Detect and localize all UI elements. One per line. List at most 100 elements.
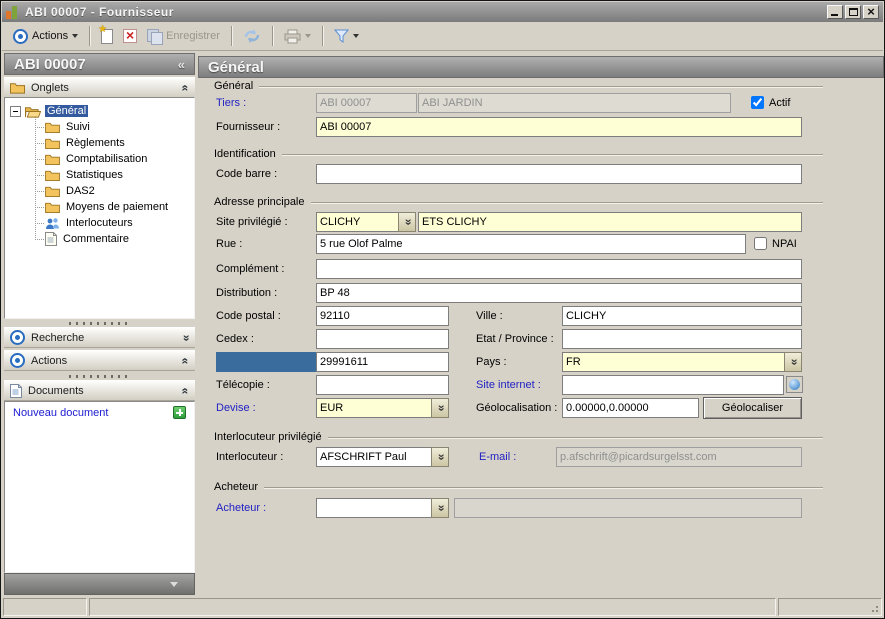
refresh-button[interactable]	[238, 25, 266, 47]
section-header-documents[interactable]: Documents	[4, 380, 195, 401]
folder-icon	[10, 81, 25, 94]
print-button[interactable]	[279, 25, 316, 47]
section-header-onglets[interactable]: Onglets	[4, 77, 195, 98]
maximize-icon	[849, 8, 858, 16]
tree-item-label: Règlements	[64, 137, 127, 149]
npai-label: NPAI	[772, 234, 797, 254]
etat-province-field[interactable]	[562, 329, 802, 349]
sidebar-title-bar: ABI 00007	[4, 53, 195, 75]
delete-icon	[123, 29, 137, 43]
tree-item-das2[interactable]: DAS2	[45, 183, 97, 199]
close-button[interactable]	[863, 5, 879, 19]
actions-menu-button[interactable]: Actions	[8, 25, 83, 47]
complement-field[interactable]	[316, 259, 802, 279]
geolocaliser-button[interactable]: Géolocaliser	[703, 397, 802, 419]
maximize-button[interactable]	[845, 5, 861, 19]
tree-item-reglements[interactable]: Règlements	[45, 135, 127, 151]
delete-button[interactable]	[118, 25, 142, 47]
tiers-label[interactable]: Tiers :	[216, 93, 246, 113]
tiers-name-field	[418, 93, 731, 113]
devise-dropdown-button[interactable]	[431, 398, 449, 418]
nouveau-document-link[interactable]: Nouveau document	[13, 407, 108, 419]
target-icon	[10, 330, 25, 345]
filter-button[interactable]	[329, 25, 364, 47]
section-label: Actions	[31, 355, 67, 367]
code-postal-label: Code postal :	[216, 306, 281, 326]
telephone-field[interactable]	[316, 352, 449, 372]
window-title: ABI 00007 - Fournisseur	[25, 5, 174, 19]
refresh-icon	[243, 28, 261, 44]
fournisseur-field[interactable]	[316, 117, 802, 137]
acheteur-dropdown-button[interactable]	[431, 498, 449, 518]
devise-label[interactable]: Devise :	[216, 398, 256, 418]
splitter-handle[interactable]	[4, 372, 195, 380]
interlocuteur-combo[interactable]	[316, 447, 449, 467]
actions-menu-label: Actions	[32, 30, 68, 42]
page-title: Général	[208, 59, 264, 76]
actif-checkbox[interactable]	[751, 96, 764, 109]
rue-field[interactable]	[316, 234, 746, 254]
app-icon	[6, 6, 19, 19]
telecopie-field[interactable]	[316, 375, 449, 395]
group-line	[264, 487, 823, 488]
acheteur-combo[interactable]	[316, 498, 449, 518]
distribution-field[interactable]	[316, 283, 802, 303]
open-website-button[interactable]	[786, 376, 803, 393]
tree-connector	[35, 239, 44, 240]
site-internet-field[interactable]	[562, 375, 784, 395]
site-internet-label[interactable]: Site internet :	[476, 375, 541, 395]
tree-item-label: Général	[45, 105, 88, 117]
splitter-handle[interactable]	[4, 319, 195, 327]
acheteur-name-field	[454, 498, 802, 518]
ville-field[interactable]	[562, 306, 802, 326]
site-name-field[interactable]	[418, 212, 802, 232]
toolbar: Actions Enregistrer	[2, 22, 883, 51]
fournisseur-label: Fournisseur :	[216, 117, 280, 137]
email-label[interactable]: E-mail :	[479, 447, 516, 467]
tree-item-comptabilisation[interactable]: Comptabilisation	[45, 151, 149, 167]
tree-item-general[interactable]: Général	[10, 103, 88, 119]
interlocuteur-dropdown-button[interactable]	[431, 447, 449, 467]
code-barre-field[interactable]	[316, 164, 802, 184]
ville-label: Ville :	[476, 306, 503, 326]
cedex-field[interactable]	[316, 329, 449, 349]
tree-item-commentaire[interactable]: Commentaire	[45, 231, 131, 247]
email-field	[556, 447, 802, 467]
status-cell	[778, 598, 882, 616]
open-folder-icon	[25, 105, 41, 118]
telephone-label-highlighted[interactable]	[216, 352, 316, 372]
section-header-actions[interactable]: Actions	[4, 350, 195, 371]
code-postal-field[interactable]	[316, 306, 449, 326]
splitter-dots-icon	[69, 322, 131, 325]
tree-connector	[35, 143, 44, 144]
tree-item-statistiques[interactable]: Statistiques	[45, 167, 125, 183]
save-button[interactable]: Enregistrer	[142, 25, 225, 47]
site-privilegie-dropdown-button[interactable]	[398, 212, 416, 232]
acheteur-label[interactable]: Acheteur :	[216, 498, 266, 518]
section-header-recherche[interactable]: Recherche	[4, 327, 195, 348]
geolocalisation-field[interactable]	[562, 398, 699, 418]
resize-grip[interactable]	[869, 603, 879, 613]
tree-item-label: Interlocuteurs	[64, 217, 135, 229]
tree-item-suivi[interactable]: Suivi	[45, 119, 92, 135]
devise-combo[interactable]	[316, 398, 449, 418]
folder-icon	[45, 201, 60, 213]
collapse-node-icon[interactable]	[10, 106, 21, 117]
tree-item-interlocuteurs[interactable]: Interlocuteurs	[45, 215, 135, 231]
sidebar-bottom-bar[interactable]	[4, 573, 195, 595]
chevron-down-icon	[437, 450, 444, 464]
actif-label: Actif	[769, 93, 790, 113]
status-cell	[3, 598, 87, 616]
folder-icon	[45, 137, 60, 149]
new-button[interactable]	[96, 25, 118, 47]
add-document-button[interactable]	[173, 406, 186, 419]
pays-dropdown-button[interactable]	[784, 352, 802, 372]
minimize-button[interactable]	[827, 5, 843, 19]
tree-item-moyens-de-paiement[interactable]: Moyens de paiement	[45, 199, 170, 215]
npai-checkbox[interactable]	[754, 237, 767, 250]
collapse-sidebar-icon[interactable]	[178, 57, 185, 72]
pays-combo[interactable]	[562, 352, 802, 372]
toolbar-separator	[89, 26, 90, 46]
chevron-down-icon	[437, 501, 444, 515]
page-title-bar: Général	[198, 56, 884, 78]
